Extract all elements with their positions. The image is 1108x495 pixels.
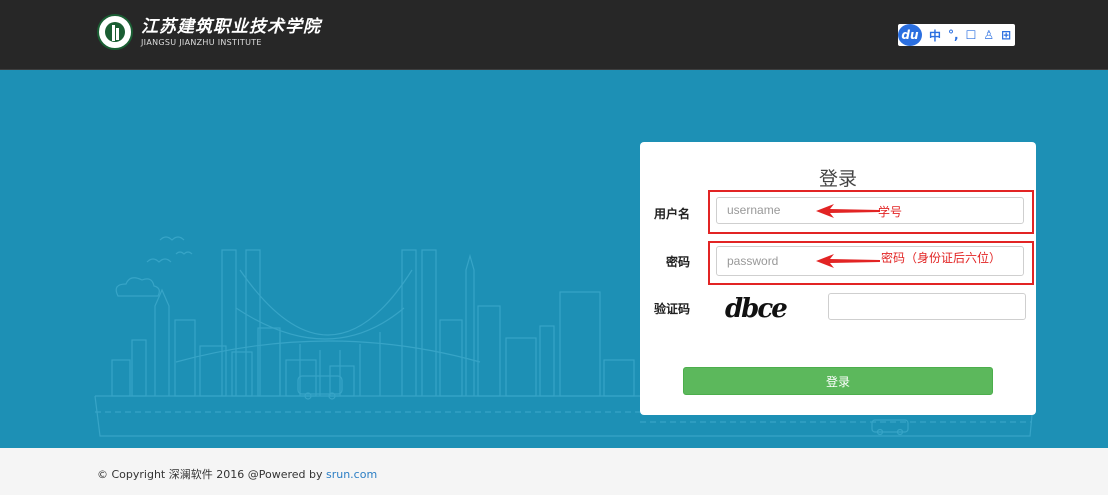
ime-grid-icon[interactable]: ⊞ [1001,28,1011,42]
captcha-image[interactable]: dbce [725,294,788,324]
login-title: 登录 [818,168,857,190]
username-placeholder: username [727,203,781,217]
password-annotation: 密码（身份证后六位） [881,251,1002,265]
ime-toolbar[interactable]: du 中 °, ☐ ♙ ⊞ [898,24,1016,46]
copyright-text: © Copyright 深澜软件 2016 @Powered by srun.c… [97,466,377,482]
username-annotation: 学号 [878,205,903,219]
school-logo[interactable]: 江苏建筑职业技术学院 JIANGSU JIANZHU INSTITUTE [97,14,321,50]
copyright-label: © Copyright 深澜软件 2016 @Powered by [97,468,326,481]
ime-chinese-mode[interactable]: 中 [929,27,941,44]
srun-link[interactable]: srun.com [326,468,377,481]
password-arrow-icon [816,254,880,268]
school-name-cn: 江苏建筑职业技术学院 [141,17,321,37]
captcha-label: 验证码 [654,302,691,316]
password-label: 密码 [666,255,691,269]
school-name-en: JIANGSU JIANZHU INSTITUTE [141,38,262,47]
password-placeholder: password [727,254,779,268]
username-label: 用户名 [654,207,691,221]
top-bar: 江苏建筑职业技术学院 JIANGSU JIANZHU INSTITUTE du … [0,0,1108,70]
baidu-ime-icon[interactable]: du [898,24,922,46]
username-arrow-icon [816,204,880,218]
ime-keyboard-icon[interactable]: ☐ [966,28,977,42]
ime-user-icon[interactable]: ♙ [983,28,994,42]
footer: © Copyright 深澜软件 2016 @Powered by srun.c… [0,448,1108,495]
captcha-input[interactable] [828,293,1026,320]
login-panel: 登录 用户名 username 学号 密码 password 密码（身份证后六位… [640,142,1036,415]
login-button[interactable]: 登录 [683,367,993,395]
ime-punctuation-icon[interactable]: °, [948,28,959,42]
school-emblem-icon [97,14,133,50]
